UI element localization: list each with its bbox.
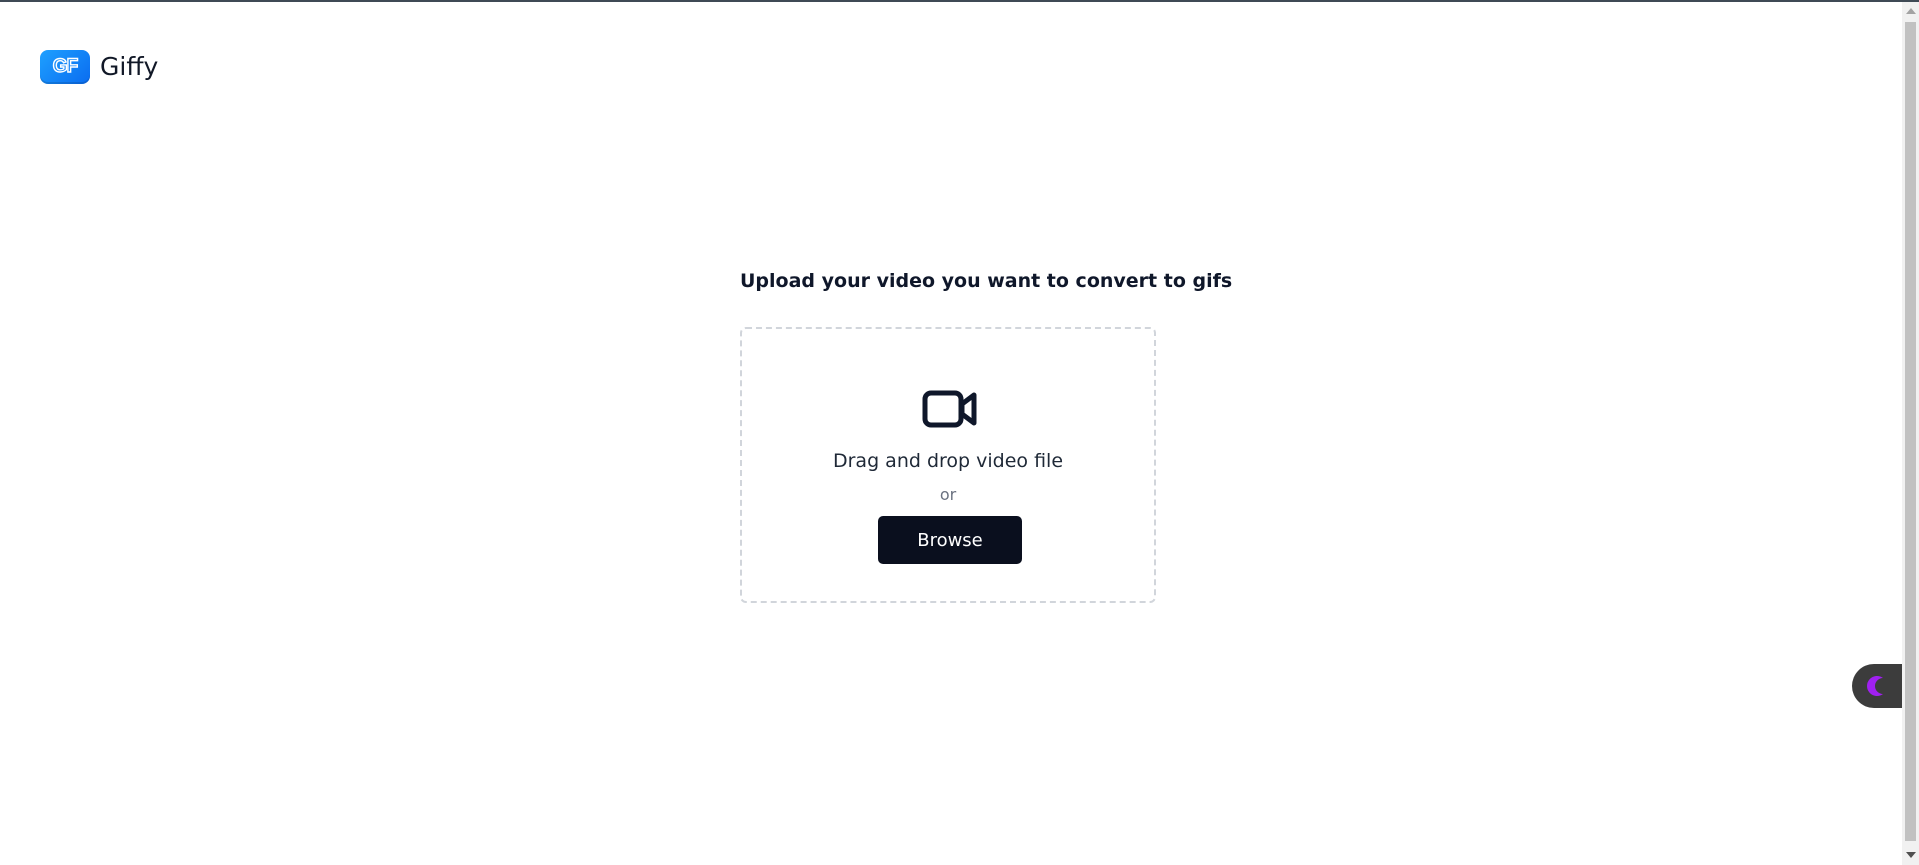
moon-icon: [1867, 676, 1883, 696]
logo[interactable]: GF: [40, 50, 90, 84]
scroll-up-arrow-icon[interactable]: [1906, 8, 1916, 14]
window-top-border: [0, 0, 1919, 2]
vertical-scrollbar[interactable]: [1902, 2, 1919, 865]
video-dropzone[interactable]: Drag and drop video file or Browse: [740, 327, 1156, 603]
header: GF Giffy: [40, 50, 158, 84]
logo-initials: GF: [52, 55, 79, 77]
upload-title: Upload your video you want to convert to…: [740, 270, 1233, 292]
floating-extension-widget[interactable]: [1852, 664, 1902, 708]
app-name[interactable]: Giffy: [100, 50, 158, 84]
scrollbar-thumb[interactable]: [1905, 22, 1916, 841]
video-camera-icon: [922, 390, 977, 428]
scroll-down-arrow-icon[interactable]: [1906, 852, 1916, 858]
drag-drop-text: Drag and drop video file: [832, 450, 1064, 472]
browse-button[interactable]: Browse: [878, 516, 1022, 564]
or-separator: or: [939, 485, 957, 504]
